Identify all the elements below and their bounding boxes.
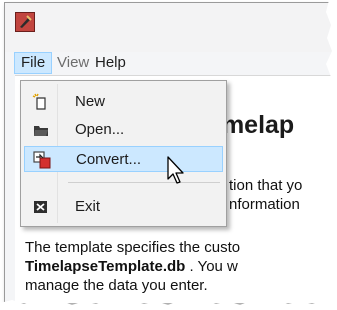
exit-icon [32, 198, 50, 216]
menu-item-open[interactable]: Open... [24, 117, 223, 143]
menu-bar: File View Help [5, 52, 332, 74]
open-folder-icon [32, 121, 50, 139]
menu-item-label: New [75, 93, 106, 110]
menu-item-convert[interactable]: Convert... [24, 146, 223, 172]
application-window: File View Help imelap tion that yo nform… [4, 2, 332, 303]
document-text-line: manage the data you enter. [25, 277, 208, 294]
menu-item-new[interactable]: New [24, 89, 223, 115]
menu-item-label: Open... [75, 121, 125, 138]
title-bar [5, 3, 332, 53]
file-menu-dropdown: New Open... Convert... Exit [20, 80, 227, 227]
menu-separator [68, 182, 220, 183]
new-file-icon [32, 93, 50, 111]
app-icon[interactable] [15, 12, 35, 32]
torn-edge-right [323, 0, 337, 310]
document-text-line: The template specifies the custo [25, 239, 241, 256]
document-text-fragment: . You w [185, 258, 238, 275]
convert-icon [33, 151, 51, 169]
document-text-line: nformation [229, 196, 300, 213]
document-text-line: TimelapseTemplate.db . You w [25, 258, 238, 275]
menu-item-label: Convert... [76, 151, 142, 168]
menu-help[interactable]: Help [89, 52, 132, 74]
torn-edge-bottom [0, 299, 337, 310]
document-text-line: tion that yo [229, 177, 303, 194]
mouse-pointer-icon [166, 156, 188, 188]
menu-item-label: Exit [75, 198, 101, 215]
menu-file[interactable]: File [14, 52, 53, 74]
screenshot-canvas: File View Help imelap tion that yo nform… [0, 0, 337, 310]
template-filename: TimelapseTemplate.db [25, 258, 186, 275]
menu-item-exit[interactable]: Exit [24, 194, 223, 220]
